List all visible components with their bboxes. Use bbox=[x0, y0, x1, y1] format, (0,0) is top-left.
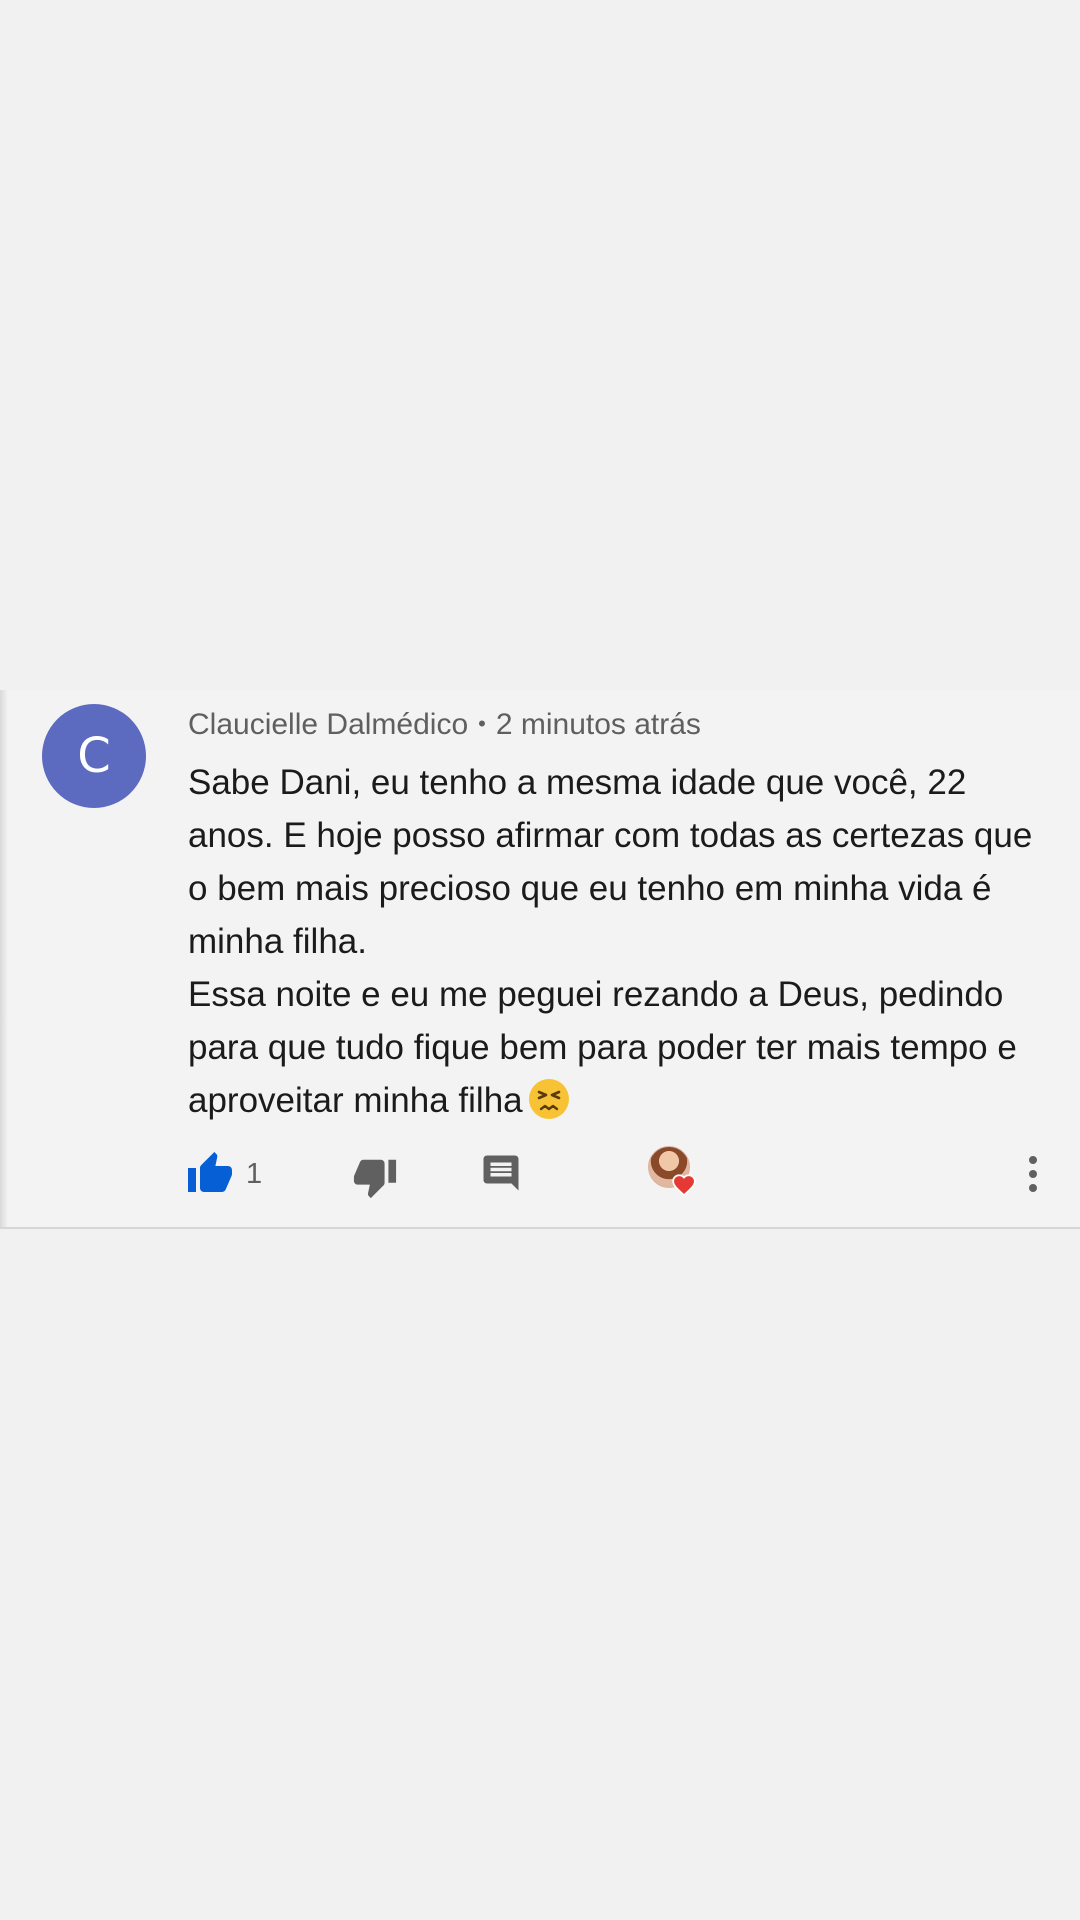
reply-icon bbox=[483, 1155, 519, 1191]
creator-heart bbox=[648, 1146, 700, 1204]
comment-paragraph-text: Essa noite e eu me peguei rezando a Deus… bbox=[188, 975, 1017, 1120]
comment-meta: Claucielle Dalmédico • 2 minutos atrás bbox=[188, 708, 701, 742]
like-count: 1 bbox=[246, 1158, 263, 1190]
reply-button[interactable] bbox=[480, 1152, 522, 1194]
persevering-face-emoji-icon bbox=[528, 1079, 569, 1119]
author-avatar[interactable]: C bbox=[42, 704, 146, 808]
thumbs-down-icon bbox=[353, 1159, 397, 1199]
more-options-button[interactable] bbox=[1018, 1152, 1048, 1196]
more-vert-icon bbox=[1029, 1156, 1037, 1192]
comment-card: C Claucielle Dalmédico • 2 minutos atrás S… bbox=[0, 690, 1080, 1229]
meta-separator: • bbox=[478, 711, 486, 736]
thumbs-up-icon bbox=[188, 1152, 232, 1192]
comment-time: 2 minutos atrás bbox=[495, 708, 701, 741]
comment-text: Sabe Dani, eu tenho a mesma idade que vo… bbox=[188, 756, 1048, 1127]
comment-paragraph: Sabe Dani, eu tenho a mesma idade que vo… bbox=[188, 763, 1033, 961]
like-button[interactable] bbox=[186, 1150, 234, 1198]
comment-actions: 1 bbox=[0, 1146, 1080, 1210]
dislike-button[interactable] bbox=[352, 1154, 398, 1200]
creator-heart-icon bbox=[672, 1174, 696, 1197]
comment-paragraph: Essa noite e eu me peguei rezando a Deus… bbox=[188, 968, 1048, 1127]
author-name[interactable]: Claucielle Dalmédico bbox=[188, 708, 468, 741]
avatar-letter: C bbox=[77, 728, 111, 784]
card-edge-shadow bbox=[0, 690, 8, 1227]
